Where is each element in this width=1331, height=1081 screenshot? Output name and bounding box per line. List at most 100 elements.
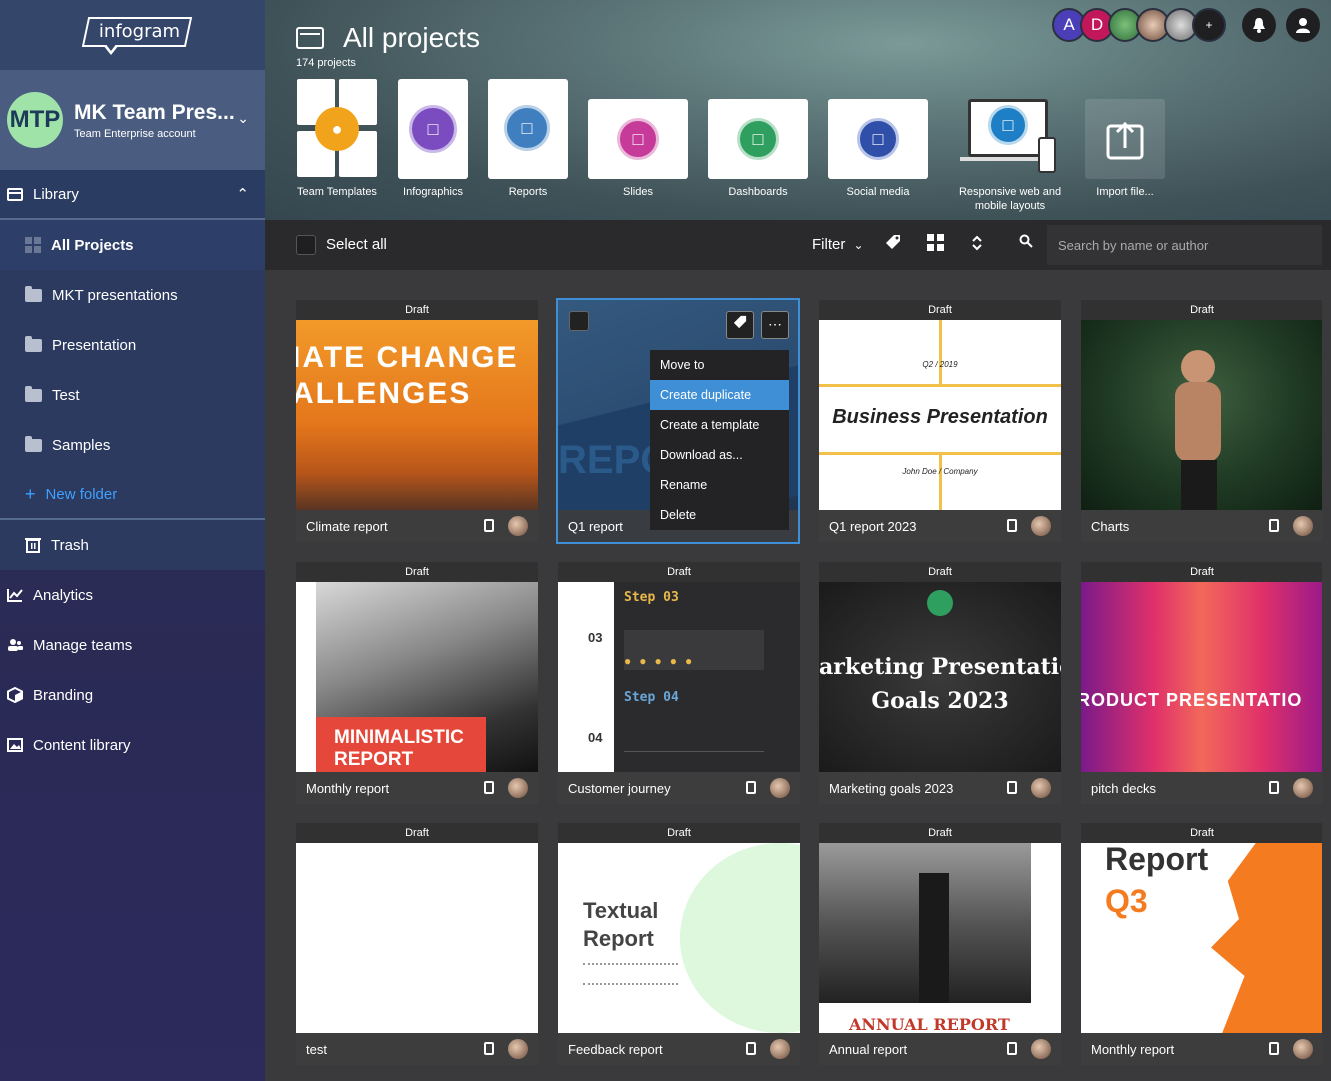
infogram-logo[interactable]: infogram — [81, 17, 192, 55]
tag-icon[interactable] — [885, 234, 901, 250]
document-icon — [1269, 781, 1279, 794]
template-infographics[interactable]: □ Infographics — [392, 79, 474, 199]
library-label: Library — [33, 185, 79, 203]
filter-button[interactable]: Filter ⌄ — [812, 236, 864, 253]
project-title: Feedback report — [568, 1041, 663, 1057]
project-title: Climate report — [306, 518, 388, 534]
document-icon — [746, 781, 756, 794]
presentation-icon: □ — [617, 118, 659, 160]
more-icon: ⋯ — [768, 316, 782, 332]
logo-text: infogram — [98, 21, 181, 42]
sidebar-item-manage-teams[interactable]: Manage teams — [0, 620, 265, 670]
sidebar-item-samples[interactable]: Samples — [0, 420, 265, 470]
project-card[interactable]: Draft Report Q3 Monthly report — [1081, 823, 1322, 1065]
menu-item-move-to[interactable]: Move to — [650, 350, 789, 380]
project-card[interactable]: Draft test — [296, 823, 538, 1065]
more-users-button[interactable]: + — [1192, 8, 1226, 42]
chevron-down-icon[interactable]: ⌄ — [237, 110, 249, 127]
library-toggle[interactable]: Library ⌃ — [0, 170, 265, 220]
template-responsive[interactable]: □ Responsive web and mobile layouts — [955, 99, 1065, 213]
document-icon — [1007, 1042, 1017, 1055]
author-avatar — [770, 1039, 790, 1059]
status-badge: Draft — [558, 562, 800, 582]
template-dashboards[interactable]: □ Dashboards — [708, 99, 808, 199]
author-avatar — [1031, 1039, 1051, 1059]
team-icon: ● — [315, 107, 359, 151]
project-card[interactable]: Draft MINIMALISTIC REPORT Monthly report — [296, 562, 538, 804]
select-checkbox[interactable] — [569, 311, 589, 331]
cube-icon — [7, 687, 23, 703]
more-options-button[interactable]: ⋯ — [761, 311, 789, 339]
filter-label: Filter — [812, 236, 846, 253]
project-card[interactable]: Draft ANNUAL REPORT Annual report — [819, 823, 1061, 1065]
sidebar-item-all-projects[interactable]: All Projects — [0, 220, 265, 270]
sidebar-item-label: Test — [52, 386, 80, 404]
template-card: □ — [708, 99, 808, 179]
project-thumbnail — [296, 843, 538, 1033]
document-icon — [1269, 519, 1279, 532]
sidebar-item-branding[interactable]: Branding — [0, 670, 265, 720]
trash-icon — [25, 538, 41, 553]
template-team-templates[interactable]: ● Team Templates — [296, 79, 378, 199]
archive-icon — [296, 27, 324, 49]
select-all-label[interactable]: Select all — [326, 236, 387, 253]
status-badge: Draft — [558, 823, 800, 843]
grid-view-icon[interactable] — [927, 234, 944, 251]
project-card[interactable]: Draft Charts — [1081, 300, 1322, 542]
chevron-up-icon[interactable]: ⌃ — [236, 185, 249, 203]
document-icon — [746, 1042, 756, 1055]
project-card[interactable]: Draft 03 04 Step 03 ●●●●● Step 04 Custom… — [558, 562, 800, 804]
search-input[interactable]: Search by name or author — [1047, 225, 1322, 265]
template-social-media[interactable]: □ Social media — [828, 99, 928, 199]
author-avatar — [508, 1039, 528, 1059]
toolbar: Select all Filter ⌄ Search by name or au… — [265, 220, 1331, 270]
project-card[interactable]: Draft Q2 / 2019 Business Presentation Jo… — [819, 300, 1061, 542]
new-folder-button[interactable]: + New folder — [0, 470, 265, 520]
project-card[interactable]: Draft IATE CHANGE ALLENGES Climate repor… — [296, 300, 538, 542]
project-thumbnail: arketing Presentatio Goals 2023 — [819, 582, 1061, 772]
project-card[interactable]: Draft arketing Presentatio Goals 2023 Ma… — [819, 562, 1061, 804]
sidebar-item-content-library[interactable]: Content library — [0, 720, 265, 770]
project-title: pitch decks — [1091, 780, 1157, 796]
project-card[interactable]: Draft Textual Report Feedback report — [558, 823, 800, 1065]
thumbnail-text: MINIMALISTIC REPORT — [334, 727, 464, 770]
account-button[interactable] — [1286, 8, 1320, 42]
sidebar-item-label: All Projects — [51, 236, 134, 254]
menu-item-create-template[interactable]: Create a template — [650, 410, 789, 440]
sidebar-item-trash[interactable]: Trash — [0, 520, 265, 570]
template-label: Slides — [623, 186, 653, 198]
select-all-checkbox[interactable] — [296, 235, 316, 255]
thumbnail-subtext: Step 04 — [624, 690, 679, 705]
sidebar-item-mkt-presentations[interactable]: MKT presentations — [0, 270, 265, 320]
team-switcher[interactable]: MTP MK Team Pres... Team Enterprise acco… — [0, 70, 265, 170]
project-card[interactable]: Draft RODUCT PRESENTATIO pitch decks — [1081, 562, 1322, 804]
share-icon: □ — [857, 118, 899, 160]
responsive-icon: □ — [988, 105, 1028, 145]
menu-item-create-duplicate[interactable]: Create duplicate — [650, 380, 789, 410]
search-placeholder: Search by name or author — [1058, 237, 1209, 253]
upload-icon — [1106, 121, 1144, 160]
menu-item-download-as[interactable]: Download as... — [650, 440, 789, 470]
menu-item-rename[interactable]: Rename — [650, 470, 789, 500]
template-label: Reports — [508, 186, 548, 198]
notifications-button[interactable] — [1242, 8, 1276, 42]
team-avatar: MTP — [7, 92, 63, 148]
template-slides[interactable]: □ Slides — [588, 99, 688, 199]
template-card: □ — [588, 99, 688, 179]
sidebar-item-test[interactable]: Test — [0, 370, 265, 420]
tag-button[interactable] — [726, 311, 754, 339]
author-avatar — [508, 778, 528, 798]
template-import-file[interactable]: Import file... — [1077, 99, 1173, 199]
thumbnail-text: Report — [1105, 843, 1209, 877]
sidebar-item-presentation[interactable]: Presentation — [0, 320, 265, 370]
author-avatar — [1293, 1039, 1313, 1059]
template-reports[interactable]: □ Reports — [488, 79, 568, 199]
menu-item-delete[interactable]: Delete — [650, 500, 789, 530]
sidebar-item-label: Presentation — [52, 336, 137, 354]
thumbnail-text: arketing Presentatio — [819, 654, 1061, 680]
sort-icon[interactable] — [971, 234, 983, 252]
project-title: Monthly report — [1091, 1041, 1175, 1057]
sidebar-item-analytics[interactable]: Analytics — [0, 570, 265, 620]
project-thumbnail: 03 04 Step 03 ●●●●● Step 04 — [558, 582, 800, 772]
user-icon — [1296, 18, 1310, 33]
